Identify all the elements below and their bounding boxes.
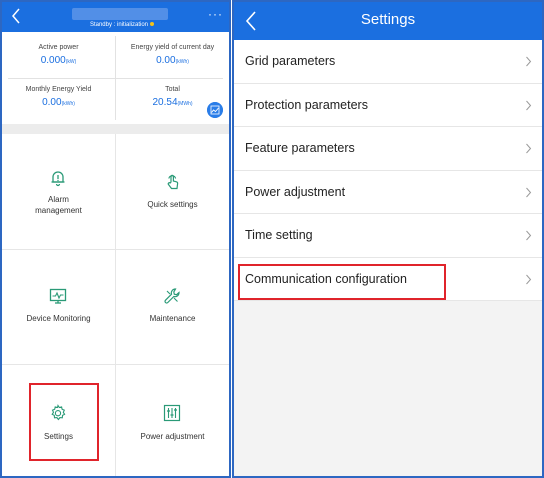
tile-quick-settings[interactable]: Quick settings xyxy=(116,134,229,249)
chevron-right-icon xyxy=(526,56,532,67)
tile-maintenance[interactable]: Maintenance xyxy=(116,250,229,364)
device-name-redacted xyxy=(72,8,168,20)
right-phone-screen: Settings Grid parameters Protection para… xyxy=(232,0,544,478)
screenshot-stage: Standby : initialization ··· Active powe… xyxy=(0,0,544,478)
trend-chart-icon[interactable] xyxy=(207,102,223,118)
section-gap xyxy=(2,124,229,134)
stat-value: 0.000 xyxy=(40,55,66,66)
stat-unit: (MWh) xyxy=(177,101,193,107)
menu-item-label: Feature parameters xyxy=(245,141,355,155)
menu-item-power-adjustment[interactable]: Power adjustment xyxy=(234,171,542,214)
stat-label: Energy yield of current day xyxy=(130,44,215,51)
bell-alert-icon xyxy=(51,171,65,187)
menu-item-label: Power adjustment xyxy=(245,184,346,199)
touch-hand-icon xyxy=(167,174,179,190)
stat-monthly-yield: Monthly Energy Yield 0.00(kWh) xyxy=(2,78,115,124)
menu-item-label: Protection parameters xyxy=(245,97,368,112)
menu-item-protection-parameters[interactable]: Protection parameters xyxy=(234,84,542,127)
stat-daily-yield: Energy yield of current day 0.00(kWh) xyxy=(116,32,229,78)
chevron-right-icon xyxy=(526,100,532,110)
settings-highlight-box xyxy=(29,383,99,461)
tile-label: Maintenance xyxy=(149,314,196,323)
monitor-icon xyxy=(49,288,67,304)
menu-item-label: Grid parameters xyxy=(245,54,336,68)
chevron-right-icon xyxy=(526,187,532,197)
chevron-right-icon xyxy=(526,143,532,154)
page-title: Settings xyxy=(360,11,416,28)
settings-header: Settings xyxy=(234,2,542,40)
stat-value: 0.00 xyxy=(156,55,176,66)
menu-item-label: Time setting xyxy=(245,228,313,242)
communication-highlight-box xyxy=(238,264,446,300)
stat-unit: (kWh) xyxy=(175,59,189,65)
wrench-icon xyxy=(164,288,180,304)
stat-label: Active power xyxy=(38,44,79,51)
home-header: Standby : initialization ··· xyxy=(2,2,229,32)
left-phone-screen: Standby : initialization ··· Active powe… xyxy=(0,0,231,478)
tile-alarm-management[interactable]: Alarm management xyxy=(2,134,115,249)
menu-item-feature-parameters[interactable]: Feature parameters xyxy=(234,127,542,171)
tile-label: Device Monitoring xyxy=(26,314,91,323)
menu-item-grid-parameters[interactable]: Grid parameters xyxy=(234,40,542,84)
chevron-right-icon xyxy=(526,274,532,284)
status-text: Standby : initialization xyxy=(89,22,149,28)
tile-device-monitoring[interactable]: Device Monitoring xyxy=(2,250,115,364)
stat-unit: (kW) xyxy=(65,59,77,65)
status-dot-icon xyxy=(150,22,155,27)
menu-item-time-setting[interactable]: Time setting xyxy=(234,214,542,258)
back-arrow-icon[interactable] xyxy=(10,7,22,25)
tile-label: Power adjustment xyxy=(140,432,205,441)
tile-label: Quick settings xyxy=(147,200,198,209)
stat-active-power: Active power 0.000(kW) xyxy=(2,32,115,78)
stat-unit: (kWh) xyxy=(61,101,75,107)
stat-label: Monthly Energy Yield xyxy=(25,86,92,93)
tile-power-adjustment[interactable]: Power adjustment xyxy=(116,365,229,476)
tile-label: Alarm management xyxy=(35,195,82,215)
divider xyxy=(8,78,223,79)
chevron-right-icon xyxy=(526,230,532,241)
energy-stats-panel: Active power 0.000(kW) Energy yield of c… xyxy=(2,32,229,124)
settings-menu: Grid parameters Protection parameters Fe… xyxy=(234,40,542,301)
sliders-icon xyxy=(163,404,181,422)
device-status: Standby : initialization xyxy=(62,22,182,28)
stat-label: Total xyxy=(165,86,180,93)
more-menu-icon[interactable]: ··· xyxy=(208,7,223,21)
stat-value: 0.00 xyxy=(42,97,62,108)
stat-value: 20.54 xyxy=(152,97,178,108)
